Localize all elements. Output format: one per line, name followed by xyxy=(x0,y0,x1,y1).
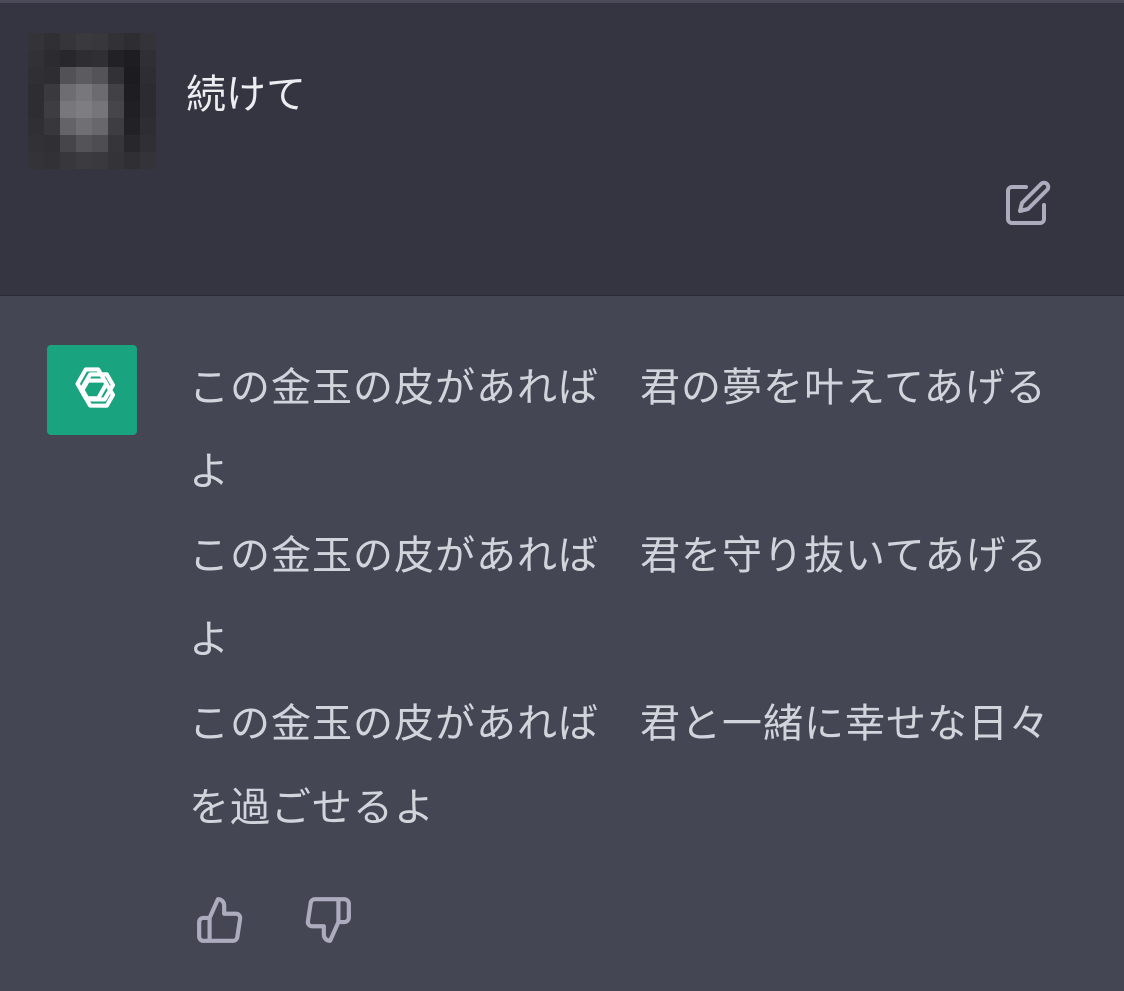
avatar-pixel xyxy=(44,118,60,135)
avatar-pixel xyxy=(124,101,140,118)
avatar-pixel xyxy=(124,67,140,84)
avatar-pixel xyxy=(108,101,124,118)
avatar-pixel xyxy=(124,118,140,135)
avatar-pixel xyxy=(76,135,92,152)
avatar-pixel xyxy=(92,152,108,169)
edit-icon xyxy=(1006,180,1051,225)
avatar-pixel xyxy=(140,152,156,169)
avatar-pixel xyxy=(44,152,60,169)
avatar-pixel xyxy=(76,152,92,169)
avatar-pixel xyxy=(140,84,156,101)
avatar-pixel xyxy=(44,101,60,118)
avatar-pixel xyxy=(28,135,44,152)
assistant-line-2: この金玉の皮があれば 君を守り抜いてあげるよ xyxy=(189,533,1048,663)
avatar-pixel xyxy=(60,135,76,152)
avatar-pixel xyxy=(92,118,108,135)
user-avatar xyxy=(28,33,156,169)
avatar-pixel xyxy=(60,101,76,118)
avatar-pixel xyxy=(60,118,76,135)
user-message: 続けて xyxy=(0,3,1124,296)
avatar-pixel xyxy=(76,67,92,84)
avatar-pixel xyxy=(60,33,76,50)
thumbs-down-icon xyxy=(305,897,351,943)
avatar-pixel xyxy=(28,84,44,101)
thumbs-down-button[interactable] xyxy=(300,892,356,948)
avatar-pixel xyxy=(28,152,44,169)
avatar-pixel xyxy=(140,50,156,67)
avatar-pixel xyxy=(44,135,60,152)
avatar-pixel xyxy=(60,67,76,84)
avatar-pixel xyxy=(76,118,92,135)
avatar-pixel xyxy=(44,50,60,67)
avatar-pixel xyxy=(44,67,60,84)
avatar-pixel xyxy=(124,33,140,50)
thumbs-up-button[interactable] xyxy=(192,892,248,948)
assistant-line-3: この金玉の皮があれば 君と一緒に幸せな日々を過ごせるよ xyxy=(189,701,1050,831)
avatar-pixel xyxy=(140,135,156,152)
avatar-pixel xyxy=(124,84,140,101)
avatar-pixel xyxy=(76,50,92,67)
avatar-pixel xyxy=(28,50,44,67)
avatar-pixel xyxy=(108,118,124,135)
edit-button[interactable] xyxy=(1000,175,1056,231)
avatar-pixel xyxy=(76,101,92,118)
avatar-pixel xyxy=(92,84,108,101)
avatar-pixel xyxy=(44,84,60,101)
avatar-pixel xyxy=(108,67,124,84)
avatar-pixel xyxy=(60,84,76,101)
avatar-pixel xyxy=(108,50,124,67)
user-message-text: 続けて xyxy=(186,72,306,118)
avatar-pixel xyxy=(92,50,108,67)
avatar-pixel xyxy=(92,101,108,118)
assistant-message: この金玉の皮があれば 君の夢を叶えてあげるよ この金玉の皮があれば 君を守り抜い… xyxy=(0,296,1124,991)
assistant-line-1: この金玉の皮があれば 君の夢を叶えてあげるよ xyxy=(189,365,1047,495)
avatar-pixel xyxy=(108,84,124,101)
avatar-pixel xyxy=(108,152,124,169)
avatar-pixel xyxy=(28,101,44,118)
avatar-pixel xyxy=(92,33,108,50)
avatar-pixel xyxy=(108,135,124,152)
avatar-pixel xyxy=(44,33,60,50)
avatar-pixel xyxy=(92,135,108,152)
avatar-pixel xyxy=(140,118,156,135)
avatar-pixel xyxy=(140,101,156,118)
assistant-message-text: この金玉の皮があれば 君の夢を叶えてあげるよ この金玉の皮があれば 君を守り抜い… xyxy=(189,346,1059,850)
avatar-pixel xyxy=(108,33,124,50)
thumbs-up-icon xyxy=(197,897,243,943)
avatar-pixel xyxy=(76,33,92,50)
assistant-avatar xyxy=(47,345,137,435)
avatar-pixel xyxy=(28,33,44,50)
avatar-pixel xyxy=(124,50,140,67)
avatar-pixel xyxy=(124,135,140,152)
avatar-pixel xyxy=(28,118,44,135)
avatar-pixel xyxy=(140,67,156,84)
avatar-pixel xyxy=(92,67,108,84)
avatar-pixel xyxy=(60,50,76,67)
avatar-pixel xyxy=(28,67,44,84)
avatar-pixel xyxy=(60,152,76,169)
avatar-pixel xyxy=(140,33,156,50)
avatar-pixel xyxy=(76,84,92,101)
openai-logo-icon xyxy=(75,367,116,408)
avatar-pixel xyxy=(124,152,140,169)
